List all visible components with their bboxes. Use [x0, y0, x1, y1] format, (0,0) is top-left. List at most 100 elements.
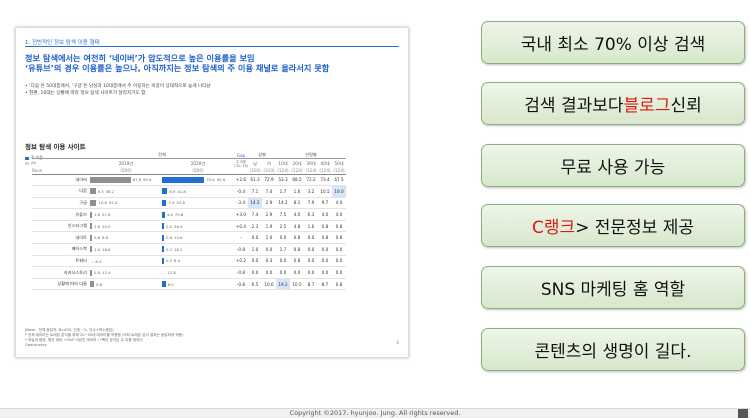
cell-a50: 0.0: [332, 266, 346, 279]
cell-a50: 4.0: [332, 208, 346, 221]
header-age-50: 50대: [334, 160, 344, 166]
bar-2019: [90, 246, 92, 253]
value-2020-all: 53.8: [176, 200, 185, 206]
value-2020-all: 8.4: [174, 258, 181, 264]
site-name: 구글: [32, 197, 90, 210]
site-name: 인스타그램: [32, 220, 90, 233]
bar-2019: [90, 269, 92, 276]
box-sns-marketing: SNS 마케팅 홈 역할: [481, 266, 745, 309]
box-text-highlight: C랭크: [531, 218, 576, 238]
value-2020-all: 95.6: [216, 177, 226, 183]
bar-2020-cell: 8.9 41.8: [162, 185, 234, 198]
bar-2020-cell: 0.2 8.4: [162, 255, 234, 268]
bar-2019-cell: 1.0 18.6: [90, 243, 162, 256]
table-row: 구글 10.8 52.2 7.4 53.8 -3.4 14.5 2.9 14.2 8.1 7.9 9.…: [32, 197, 346, 210]
value-2020-all: 36.4: [174, 223, 183, 229]
cell-female: 1.9: [262, 220, 276, 233]
bar-2020: [162, 246, 164, 253]
value-2020-all: 18.2: [174, 246, 183, 252]
value-2019-main: 67.8: [132, 177, 142, 183]
cell-a20: 0.0: [290, 266, 304, 279]
cell-male: 1.0: [248, 243, 262, 256]
box-text: > 전문정보 제공: [575, 218, 695, 238]
bar-2019: [90, 211, 92, 218]
cell-a40: 8.7: [318, 278, 332, 291]
cell-a20: 0.8: [290, 255, 304, 268]
cell-a10: 19.2: [276, 278, 290, 291]
bullet-1: • ‘다음’은 50대층에서, ‘구글’은 남성과 10대층에서 주 이용하는 …: [25, 84, 211, 89]
slide-thumbnail: 1. 전반적인 정보 탐색 이용 형태 정보 탐색에서는 여전히 ‘네이버’가 …: [16, 28, 408, 357]
value-2019-all: 38.2: [105, 188, 115, 194]
cell-male: 0.0: [248, 231, 262, 245]
cell-a10: 0.0: [276, 255, 290, 268]
copyright-footer: Copyright ©2017. hyunjoo. Jung. All righ…: [0, 408, 750, 418]
box-content-life: 콘텐츠의 생명이 길다.: [481, 328, 745, 371]
page-number: 6: [396, 340, 399, 345]
value-2019-main: -: [92, 258, 94, 264]
box-text: SNS 마케팅 홈 역할: [540, 280, 686, 300]
value-2020-main: -: [164, 270, 166, 276]
table-row: 카카오스토리 0.8 12.4-12.8 -0.8 0.0 0.0 0.0 0.0 0.0 0.0…: [32, 266, 346, 279]
cell-a30: 8.7: [304, 278, 318, 291]
header-age-20: 20대: [292, 160, 302, 166]
headline-line-2: ‘유튜브’의 경우 이용률은 높으나, 아직까지는 정보 탐색의 주 이용 채널…: [25, 63, 330, 73]
site-name: 유튜브: [32, 208, 90, 221]
box-text: 콘텐츠의 생명이 길다.: [534, 342, 692, 362]
site-name: 카카오스토리: [32, 266, 90, 279]
cell-a10: 0.0: [276, 231, 290, 245]
header-age-40: 40대: [320, 160, 330, 166]
value-2019-all: 95.6: [143, 177, 152, 183]
cell-a20: 4.0: [290, 208, 304, 221]
note-source: Opensurvey: [25, 343, 47, 347]
bar-2020-cell: 70.4 95.6: [162, 174, 234, 187]
value-2020-main: 0.6: [166, 235, 173, 241]
base-40: (124): [318, 168, 332, 175]
cell-a40: 0.0: [318, 266, 332, 279]
cell-a20: 4.8: [290, 220, 304, 233]
value-2019-all: 52.2: [108, 200, 118, 206]
cell-a10: 0.0: [276, 266, 290, 279]
value-2019-all: 8.8: [102, 235, 109, 241]
base-female: (310): [262, 168, 276, 175]
bar-2019-cell: -8.4: [90, 255, 162, 268]
value-2020-main: 4.6: [166, 212, 173, 218]
chart-title: 정보 탐색 이용 사이트: [25, 143, 86, 151]
value-2020-main: 0.2: [166, 258, 173, 264]
gap-value: -0.4: [234, 185, 248, 198]
cell-a30: 0.0: [304, 231, 318, 245]
slide-notes: [Base : 전체 응답자, N=620, 단위 : %, 단수+복수응답] …: [25, 328, 183, 348]
value-2019-main: 1.0: [94, 246, 101, 252]
base-50: (124): [332, 168, 346, 175]
cell-a10: 14.2: [276, 197, 290, 210]
bar-2019-cell: 67.8 95.6: [90, 174, 162, 187]
cell-a40: 10.5: [318, 185, 332, 198]
cell-a20: 1.6: [290, 185, 304, 198]
cell-a30: 72.2: [304, 174, 318, 187]
cell-a20: 0.8: [290, 243, 304, 256]
box-text: 신뢰: [670, 96, 702, 116]
cell-a20: 0.8: [290, 231, 304, 245]
cell-female: 0.0: [262, 266, 276, 279]
bar-2019: [90, 199, 97, 206]
cell-a50: 67.5: [332, 174, 346, 187]
gap-value: +2.6: [234, 174, 248, 187]
cell-male: 0.0: [248, 266, 262, 279]
cell-male: 2.3: [248, 220, 262, 233]
gap-value: +0.4: [234, 220, 248, 233]
gap-value: -0.8: [234, 266, 248, 279]
bar-2020-cell: 7.4 53.8: [162, 197, 234, 210]
cell-male: 61.3: [248, 174, 262, 187]
value-2019-all: 57.6: [102, 212, 111, 218]
bar-2019: [90, 188, 96, 195]
header-gap-sub: 주 이용 (’20-’19): [234, 160, 248, 168]
cell-a20: 10.5: [290, 278, 304, 291]
bar-2019-cell: 0.8 12.4: [90, 266, 162, 279]
site-name: 네이버: [32, 174, 90, 187]
cell-female: 2.9: [262, 197, 276, 210]
bar-2020-cell: 0.2 18.2: [162, 243, 234, 256]
gap-value: +3.0: [234, 208, 248, 221]
base-20: (124): [290, 168, 304, 175]
table-row: 유튜브 1.6 57.6 4.6 70.6 +3.0 7.4 2.9 7.5 4.0 6.3 4.0 4…: [32, 208, 346, 221]
cell-a40: 0.8: [318, 231, 332, 245]
cell-a10: 2.5: [276, 220, 290, 233]
